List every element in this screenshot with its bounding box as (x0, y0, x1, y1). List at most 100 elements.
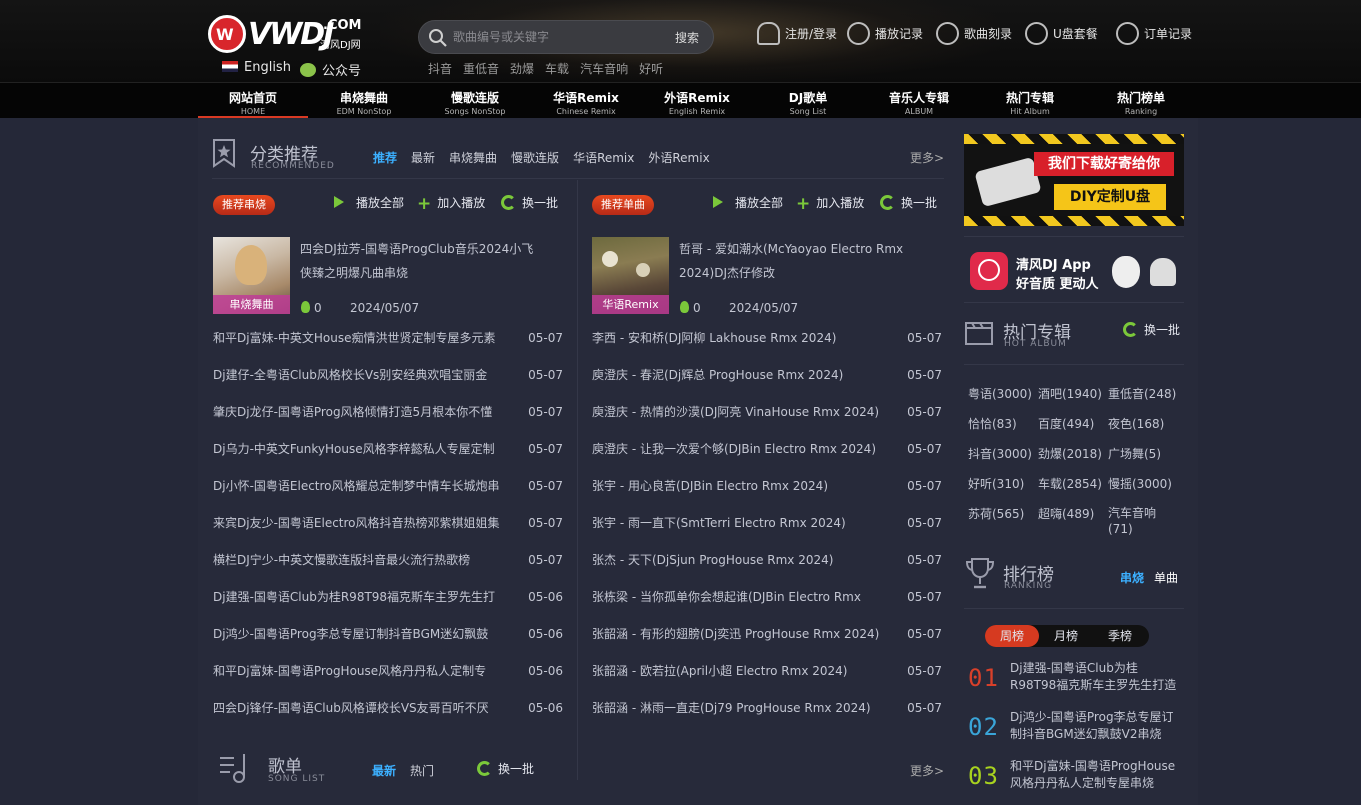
album-tag[interactable]: 百度(494) (1038, 415, 1094, 432)
android-icon[interactable] (1150, 258, 1176, 286)
tab-latest[interactable]: 最新 (411, 151, 435, 165)
site-logo[interactable]: W VWDJ .COM 清风DJ网 (208, 15, 373, 55)
hot-word[interactable]: 抖音 (428, 62, 452, 76)
play-history-link[interactable]: 播放记录 (847, 22, 927, 46)
nav-songs-nonstop[interactable]: 慢歌连版 Songs NonStop (420, 83, 530, 119)
hot-word[interactable]: 劲爆 (510, 62, 534, 76)
list-item[interactable]: 和平Dj富妹-中英文House痴情洪世贤定制专屋多元素 05-07 (213, 320, 563, 357)
refresh-button[interactable]: 换一批 (501, 193, 558, 213)
tab-mix[interactable]: 串烧 (1120, 571, 1144, 585)
apple-icon[interactable] (1112, 256, 1140, 288)
album-tag[interactable]: 广场舞(5) (1108, 445, 1161, 462)
tab-single[interactable]: 单曲 (1154, 571, 1178, 585)
tab-songs-nonstop[interactable]: 慢歌连版 (511, 151, 559, 165)
hot-word[interactable]: 汽车音响 (580, 62, 628, 76)
featured-mix-title[interactable]: 四会DJ拉芳-国粤语ProgClub音乐2024小飞侠臻之明爆凡曲串烧 (300, 237, 545, 285)
nav-ranking[interactable]: 热门榜单 Ranking (1086, 83, 1196, 119)
list-item[interactable]: 来宾Dj友少-国粤语Electro风格抖音热榜邓紫棋姐姐集 05-07 (213, 505, 563, 542)
refresh-button[interactable]: 换一批 (880, 193, 937, 213)
album-tag[interactable]: 超嗨(489) (1038, 505, 1094, 522)
tab-english-remix[interactable]: 外语Remix (648, 151, 709, 165)
album-tag[interactable]: 恰恰(83) (968, 415, 1017, 432)
list-item[interactable]: 张杰 - 天下(DjSjun ProgHouse Rmx 2024) 05-07 (592, 542, 942, 579)
hot-word[interactable]: 好听 (639, 62, 663, 76)
featured-single-cover[interactable]: 华语Remix (592, 237, 669, 314)
list-item[interactable]: Dj乌力-中英文FunkyHouse风格李梓懿私人专屋定制 05-07 (213, 431, 563, 468)
list-item[interactable]: 张宇 - 雨一直下(SmtTerri Electro Rmx 2024) 05-0… (592, 505, 942, 542)
nav-hit-album[interactable]: 热门专辑 Hit Album (975, 83, 1085, 119)
app-download-promo[interactable]: 清风DJ App 好音质 更动人 (964, 244, 1184, 294)
item-date: 05-07 (907, 405, 942, 419)
album-tag[interactable]: 劲爆(2018) (1038, 445, 1102, 462)
album-tag[interactable]: 好听(310) (968, 475, 1024, 492)
tab-quarterly[interactable]: 季榜 (1093, 625, 1147, 647)
hot-album-refresh-button[interactable]: 换一批 (1123, 320, 1180, 340)
list-item[interactable]: 庾澄庆 - 春泥(Dj辉总 ProgHouse Rmx 2024) 05-07 (592, 357, 942, 394)
album-tag[interactable]: 酒吧(1940) (1038, 385, 1102, 402)
album-tag[interactable]: 粤语(3000) (968, 385, 1032, 402)
nav-edm-nonstop[interactable]: 串烧舞曲 EDM NonStop (309, 83, 419, 119)
list-item[interactable]: 四会Dj锋仔-国粤语Club风格谭校长VS友哥百听不厌 05-06 (213, 690, 563, 727)
tab-latest[interactable]: 最新 (372, 764, 396, 778)
list-item[interactable]: 肇庆Dj龙仔-国粤语Prog风格倾情打造5月根本你不懂 05-07 (213, 394, 563, 431)
album-tag[interactable]: 慢摇(3000) (1108, 475, 1172, 492)
album-tag[interactable]: 夜色(168) (1108, 415, 1164, 432)
featured-mix-cover[interactable]: 串烧舞曲 (213, 237, 290, 314)
list-item[interactable]: 张韶涵 - 有形的翅膀(Dj奕迅 ProgHouse Rmx 2024) 05-0… (592, 616, 942, 653)
list-item[interactable]: Dj鸿少-国粤语Prog李总专屋订制抖音BGM迷幻飘鼓 05-06 (213, 616, 563, 653)
burn-songs-link[interactable]: 歌曲刻录 (936, 22, 1016, 46)
list-item[interactable]: 和平Dj富妹-国粤语ProgHouse风格丹丹私人定制专 05-06 (213, 653, 563, 690)
wechat-link[interactable]: 公众号 (300, 60, 361, 79)
album-tag[interactable]: 车载(2854) (1038, 475, 1102, 492)
list-item[interactable]: 庾澄庆 - 让我一次爱个够(DJBin Electro Rmx 2024) 05-… (592, 431, 942, 468)
list-item[interactable]: Dj建强-国粤语Club为桂R98T98福克斯车主罗先生打 05-06 (213, 579, 563, 616)
ranking-item[interactable]: 02 Dj鸿少-国粤语Prog李总专屋订制抖音BGM迷幻飘鼓V2串烧 (968, 709, 1190, 749)
search-button[interactable]: 搜索 (675, 29, 699, 46)
tab-hot[interactable]: 热门 (410, 764, 434, 778)
nav-chinese-remix[interactable]: 华语Remix Chinese Remix (531, 83, 641, 119)
list-item[interactable]: 张栋梁 - 当你孤单你会想起谁(DJBin Electro Rmx 05-07 (592, 579, 942, 616)
nav-song-list[interactable]: DJ歌单 Song List (753, 83, 863, 119)
list-item[interactable]: Dj小怀-国粤语Electro风格耀总定制梦中情车长城炮串 05-07 (213, 468, 563, 505)
item-title: 张栋梁 - 当你孤单你会想起谁(DJBin Electro Rmx (592, 590, 861, 604)
song-list-refresh-button[interactable]: 换一批 (477, 759, 534, 779)
play-all-button[interactable]: 播放全部 (713, 193, 783, 213)
usb-package-link[interactable]: U盘套餐 (1025, 22, 1105, 46)
ranking-item[interactable]: 01 Dj建强-国粤语Club为桂R98T98福克斯车主罗先生打造 (968, 660, 1190, 700)
list-item[interactable]: 张韶涵 - 欧若拉(April小超 Electro Rmx 2024) 05-07 (592, 653, 942, 690)
hot-word[interactable]: 车载 (545, 62, 569, 76)
nav-english-remix[interactable]: 外语Remix English Remix (642, 83, 752, 119)
play-all-button[interactable]: 播放全部 (334, 193, 404, 213)
refresh-label: 换一批 (498, 762, 535, 776)
nav-album[interactable]: 音乐人专辑 ALBUM (864, 83, 974, 119)
add-to-playlist-button[interactable]: + 加入播放 (796, 193, 864, 214)
featured-single-title[interactable]: 哲哥 - 爱如潮水(McYaoyao Electro Rmx 2024)DJ杰仔… (679, 237, 924, 285)
album-tag[interactable]: 汽车音响(71) (1108, 505, 1178, 537)
list-item[interactable]: Dj建仔-全粤语Club风格校长Vs别安经典欢唱宝丽金 05-07 (213, 357, 563, 394)
album-tag[interactable]: 苏荷(565) (968, 505, 1024, 522)
nav-label: 外语Remix (664, 91, 730, 105)
list-item[interactable]: 张宇 - 用心良苦(DJBin Electro Rmx 2024) 05-07 (592, 468, 942, 505)
album-tag[interactable]: 抖音(3000) (968, 445, 1032, 462)
ranking-item[interactable]: 03 和平Dj富妹-国粤语ProgHouse风格丹丹私人定制专屋串烧 (968, 758, 1190, 798)
tab-weekly[interactable]: 周榜 (985, 625, 1039, 647)
list-item[interactable]: 横栏DJ宁少-中英文慢歌连版抖音最火流行热歌榜 05-07 (213, 542, 563, 579)
nav-home[interactable]: 网站首页 HOME (198, 83, 308, 119)
usb-promo-banner[interactable]: 我们下载好寄给你 DIY定制U盘 (964, 134, 1184, 226)
order-history-link[interactable]: 订单记录 (1116, 22, 1196, 46)
tab-recommend[interactable]: 推荐 (373, 151, 397, 165)
list-item[interactable]: 张韶涵 - 淋雨一直走(Dj79 ProgHouse Rmx 2024) 05-0… (592, 690, 942, 727)
recommend-more-link[interactable]: 更多> (910, 149, 944, 166)
song-list-more-link[interactable]: 更多> (910, 762, 944, 779)
tab-chinese-remix[interactable]: 华语Remix (573, 151, 634, 165)
login-link[interactable]: 注册/登录 (757, 22, 842, 46)
hot-word[interactable]: 重低音 (463, 62, 499, 76)
list-item[interactable]: 庾澄庆 - 热情的沙漠(DJ阿亮 VinaHouse Rmx 2024) 05-0… (592, 394, 942, 431)
language-switch[interactable]: English (222, 60, 291, 75)
tab-monthly[interactable]: 月榜 (1039, 625, 1093, 647)
search-input[interactable] (453, 26, 663, 48)
list-item[interactable]: 李西 - 安和桥(DJ阿柳 Lakhouse Rmx 2024) 05-07 (592, 320, 942, 357)
album-tag[interactable]: 重低音(248) (1108, 385, 1176, 402)
tab-edm-nonstop[interactable]: 串烧舞曲 (449, 151, 497, 165)
add-to-playlist-button[interactable]: + 加入播放 (417, 193, 485, 214)
